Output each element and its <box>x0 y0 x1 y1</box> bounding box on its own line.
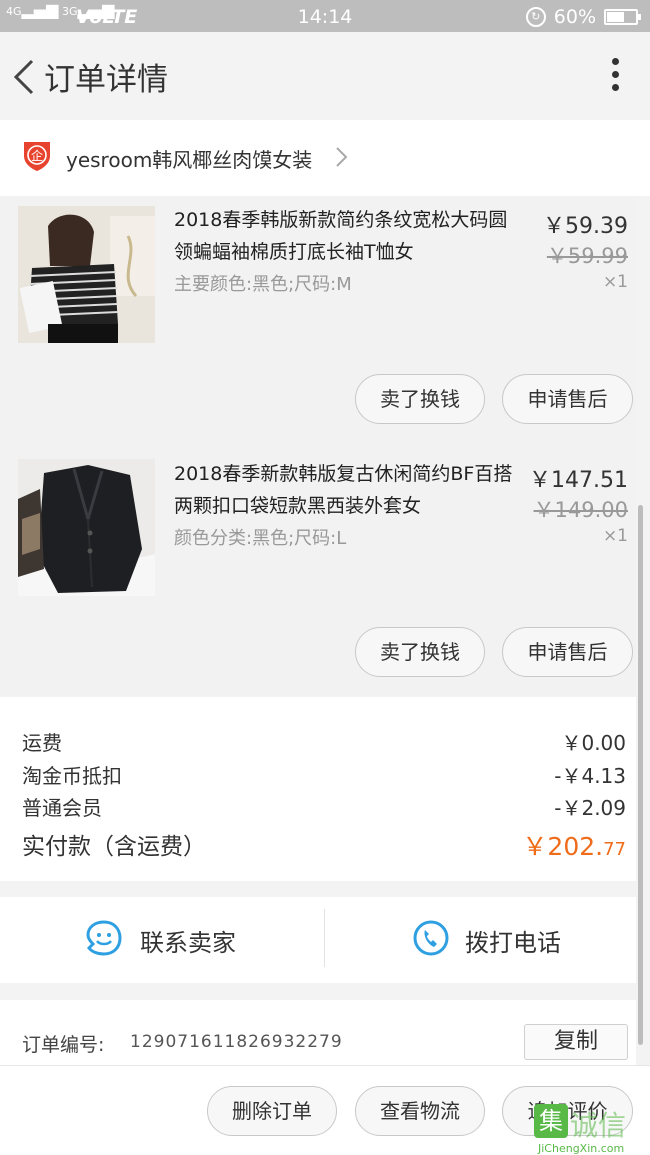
page-title: 订单详情 <box>44 62 168 98</box>
battery-percent: 60% <box>553 6 596 28</box>
after-sale-button[interactable]: 申请售后 <box>502 627 633 677</box>
product-sku: 主要颜色:黑色;尺码:M <box>174 274 352 295</box>
divider <box>324 909 325 967</box>
battery-fill <box>607 12 624 22</box>
product-price: ￥147.51 <box>529 468 628 493</box>
battery-area: ↻ 60% <box>525 6 641 28</box>
sell-for-cash-button[interactable]: 卖了换钱 <box>355 627 485 677</box>
after-sale-button[interactable]: 申请售后 <box>502 374 633 424</box>
product-original-price: ￥149.00 <box>533 498 628 522</box>
sell-for-cash-button[interactable]: 卖了换钱 <box>355 374 485 424</box>
watermark: 集 诚信 JiChengXin.com <box>534 1104 650 1155</box>
member-discount-label: 普通会员 <box>22 796 102 820</box>
shipping-row: 运费 ￥0.00 <box>22 727 626 756</box>
phone-icon <box>413 920 449 956</box>
order-number-label: 订单编号: <box>22 1034 105 1056</box>
rotation-lock-icon: ↻ <box>525 7 546 27</box>
total-value-main: ￥202. <box>522 832 604 861</box>
shipping-value: ￥0.00 <box>561 731 626 755</box>
contact-seller-button[interactable]: 联系卖家 <box>0 897 318 983</box>
shop-badge-text: 企 <box>31 148 43 163</box>
shop-name: yesroom韩风椰丝肉馍女装 <box>66 148 313 172</box>
chevron-right-icon <box>336 147 348 167</box>
coin-discount-label: 淘金币抵扣 <box>22 764 122 788</box>
order-item[interactable]: 2018春季新款韩版复古休闲简约BF百搭两颗扣口袋短款黑西装外套女 颜色分类:黑… <box>0 444 636 696</box>
chat-icon <box>86 920 122 956</box>
order-number-row: 订单编号: 129071611826932279 复制 <box>0 1000 636 1065</box>
copy-button[interactable]: 复制 <box>524 1024 628 1060</box>
product-price: ￥59.39 <box>543 214 628 239</box>
product-title[interactable]: 2018春季韩版新款简约条纹宽松大码圆领蝙蝠袖棉质打底长袖T恤女 <box>174 204 519 268</box>
total-value-cents: 77 <box>603 839 626 860</box>
product-sku: 颜色分类:黑色;尺码:L <box>174 528 347 549</box>
contact-seller-label: 联系卖家 <box>140 929 236 957</box>
product-quantity: ×1 <box>602 272 628 292</box>
battery-icon <box>604 9 641 25</box>
scrollbar[interactable] <box>638 505 643 1045</box>
shop-badge-icon: 企 <box>24 142 50 171</box>
coin-discount-row: 淘金币抵扣 -￥4.13 <box>22 760 626 789</box>
product-original-price: ￥59.99 <box>546 244 628 268</box>
member-discount-value: -￥2.09 <box>554 796 626 820</box>
nav-bar: 订单详情 <box>0 32 650 120</box>
delete-order-button[interactable]: 删除订单 <box>207 1086 337 1136</box>
watermark-text: 诚信 <box>570 1109 627 1142</box>
total-value: ￥202.77 <box>522 827 626 863</box>
product-image[interactable] <box>18 206 155 343</box>
payment-summary: 运费 ￥0.00 淘金币抵扣 -￥4.13 普通会员 -￥2.09 实付款（含运… <box>0 697 636 881</box>
order-number-value[interactable]: 129071611826932279 <box>130 1032 343 1052</box>
status-bar: 4G▂▄▆ 3G▂▄▆ VoLTE 14:14 ↻ 60% <box>0 0 650 32</box>
watermark-logo: 集 <box>534 1104 568 1138</box>
product-quantity: ×1 <box>602 526 628 546</box>
call-phone-button[interactable]: 拨打电话 <box>326 897 644 983</box>
member-discount-row: 普通会员 -￥2.09 <box>22 792 626 821</box>
back-icon[interactable] <box>10 58 40 96</box>
contact-bar: 联系卖家 拨打电话 <box>0 897 636 983</box>
total-row: 实付款（含运费） ￥202.77 <box>22 827 626 861</box>
view-logistics-button[interactable]: 查看物流 <box>355 1086 485 1136</box>
watermark-url: JiChengXin.com <box>538 1142 625 1155</box>
order-item[interactable]: 2018春季韩版新款简约条纹宽松大码圆领蝙蝠袖棉质打底长袖T恤女 主要颜色:黑色… <box>0 196 636 448</box>
shop-row[interactable]: 企 yesroom韩风椰丝肉馍女装 <box>0 120 650 196</box>
shipping-label: 运费 <box>22 731 62 755</box>
call-phone-label: 拨打电话 <box>465 929 561 957</box>
total-label: 实付款（含运费） <box>22 834 206 860</box>
product-image[interactable] <box>18 459 155 596</box>
coin-discount-value: -￥4.13 <box>554 764 626 788</box>
more-options-icon[interactable] <box>610 58 620 96</box>
product-title[interactable]: 2018春季新款韩版复古休闲简约BF百搭两颗扣口袋短款黑西装外套女 <box>174 458 519 522</box>
